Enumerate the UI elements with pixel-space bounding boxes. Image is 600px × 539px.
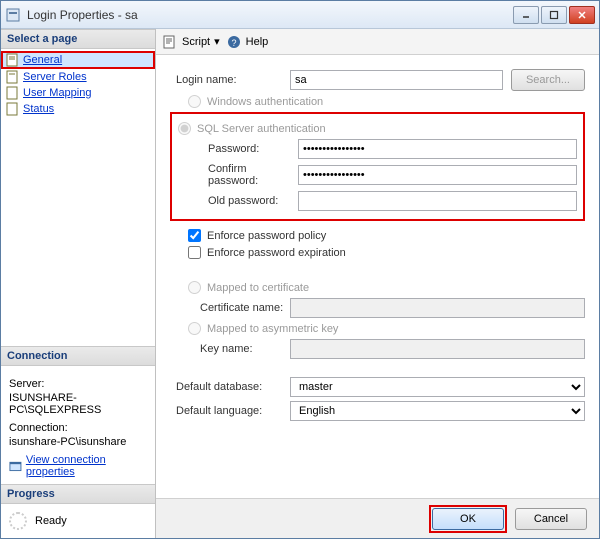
confirm-password-label: Confirm password:	[178, 163, 298, 187]
progress-header: Progress	[1, 484, 155, 504]
login-name-row: Login name: Search...	[170, 69, 585, 91]
connection-header: Connection	[1, 346, 155, 366]
default-db-select[interactable]: master	[290, 377, 585, 397]
maximize-button[interactable]	[541, 6, 567, 24]
view-props-label: View connection properties	[26, 454, 147, 478]
window-controls	[513, 6, 595, 24]
mapped-cert-radio: Mapped to certificate	[188, 281, 585, 294]
enforce-policy-row[interactable]: Enforce password policy	[188, 229, 585, 242]
mapped-key-radio: Mapped to asymmetric key	[188, 322, 585, 335]
page-icon	[5, 70, 19, 84]
mapped-key-input	[188, 322, 201, 335]
ok-highlight: OK	[429, 505, 507, 533]
win-auth-input	[188, 95, 201, 108]
sql-auth-label: SQL Server authentication	[197, 123, 326, 135]
ok-button[interactable]: OK	[432, 508, 504, 530]
server-value: ISUNSHARE-PC\SQLEXPRESS	[9, 392, 147, 416]
body-area: Select a page General Server Roles User …	[1, 29, 599, 538]
page-icon	[5, 102, 19, 116]
sql-auth-input	[178, 122, 191, 135]
script-icon	[162, 34, 178, 50]
nav-general[interactable]: General	[1, 51, 155, 69]
nav-label: Status	[23, 103, 54, 115]
sql-auth-radio: SQL Server authentication	[178, 122, 577, 135]
mapped-cert-label: Mapped to certificate	[207, 282, 309, 294]
cert-name-label: Certificate name:	[170, 302, 290, 314]
login-name-label: Login name:	[170, 74, 290, 86]
mapped-key-label: Mapped to asymmetric key	[207, 323, 338, 335]
default-db-row: Default database: master	[170, 377, 585, 397]
confirm-password-row: Confirm password:	[178, 163, 577, 187]
progress-block: Ready	[1, 504, 155, 538]
page-icon	[5, 53, 19, 67]
enforce-expiration-checkbox[interactable]	[188, 246, 201, 259]
login-properties-window: Login Properties - sa Select a page Gene…	[0, 0, 600, 539]
close-button[interactable]	[569, 6, 595, 24]
windows-auth-radio: Windows authentication	[188, 95, 585, 108]
default-db-label: Default database:	[170, 381, 290, 393]
enforce-expiration-row[interactable]: Enforce password expiration	[188, 246, 585, 259]
enforce-policy-label: Enforce password policy	[207, 230, 326, 242]
nav-server-roles[interactable]: Server Roles	[1, 69, 155, 85]
key-name-row: Key name:	[170, 339, 585, 359]
help-label: Help	[246, 36, 269, 48]
spinner-icon	[9, 512, 27, 530]
search-button: Search...	[511, 69, 585, 91]
nav-label: General	[23, 54, 62, 66]
server-label: Server:	[9, 378, 147, 390]
main-panel: Script ▾ ? Help Login name: Search... Wi…	[156, 29, 599, 538]
default-lang-label: Default language:	[170, 405, 290, 417]
cert-name-input	[290, 298, 585, 318]
toolbar: Script ▾ ? Help	[156, 29, 599, 55]
form-area: Login name: Search... Windows authentica…	[156, 55, 599, 498]
page-nav: General Server Roles User Mapping Status	[1, 49, 155, 119]
enforce-expiration-label: Enforce password expiration	[207, 247, 346, 259]
default-lang-row: Default language: English	[170, 401, 585, 421]
minimize-button[interactable]	[513, 6, 539, 24]
titlebar: Login Properties - sa	[1, 1, 599, 29]
page-icon	[5, 86, 19, 100]
password-label: Password:	[178, 143, 298, 155]
key-name-label: Key name:	[170, 343, 290, 355]
mapped-cert-input	[188, 281, 201, 294]
select-page-header: Select a page	[1, 29, 155, 49]
progress-status: Ready	[35, 515, 67, 527]
cancel-button[interactable]: Cancel	[515, 508, 587, 530]
window-icon	[5, 7, 21, 23]
enforce-policy-checkbox[interactable]	[188, 229, 201, 242]
win-auth-label: Windows authentication	[207, 96, 323, 108]
sql-auth-box: SQL Server authentication Password: Conf…	[170, 112, 585, 221]
footer: OK Cancel	[156, 498, 599, 538]
properties-icon	[9, 459, 22, 473]
sidebar: Select a page General Server Roles User …	[1, 29, 156, 538]
window-title: Login Properties - sa	[27, 8, 513, 22]
old-password-label: Old password:	[178, 195, 298, 207]
connection-value: isunshare-PC\isunshare	[9, 436, 147, 448]
nav-label: Server Roles	[23, 71, 87, 83]
default-lang-select[interactable]: English	[290, 401, 585, 421]
cert-name-row: Certificate name:	[170, 298, 585, 318]
help-button[interactable]: ? Help	[226, 34, 269, 50]
login-name-input[interactable]	[290, 70, 503, 90]
sidebar-fill	[1, 119, 155, 346]
view-connection-properties[interactable]: View connection properties	[9, 454, 147, 478]
nav-label: User Mapping	[23, 87, 91, 99]
svg-text:?: ?	[231, 38, 236, 48]
connection-label: Connection:	[9, 422, 147, 434]
script-label: Script	[182, 36, 210, 48]
script-button[interactable]: Script ▾	[162, 34, 220, 50]
password-input[interactable]	[298, 139, 577, 159]
password-row: Password:	[178, 139, 577, 159]
dropdown-icon: ▾	[214, 35, 220, 48]
confirm-password-input[interactable]	[298, 165, 577, 185]
old-password-input[interactable]	[298, 191, 577, 211]
help-icon: ?	[226, 34, 242, 50]
key-name-input	[290, 339, 585, 359]
nav-status[interactable]: Status	[1, 101, 155, 117]
nav-user-mapping[interactable]: User Mapping	[1, 85, 155, 101]
old-password-row: Old password:	[178, 191, 577, 211]
connection-block: Server: ISUNSHARE-PC\SQLEXPRESS Connecti…	[1, 366, 155, 484]
